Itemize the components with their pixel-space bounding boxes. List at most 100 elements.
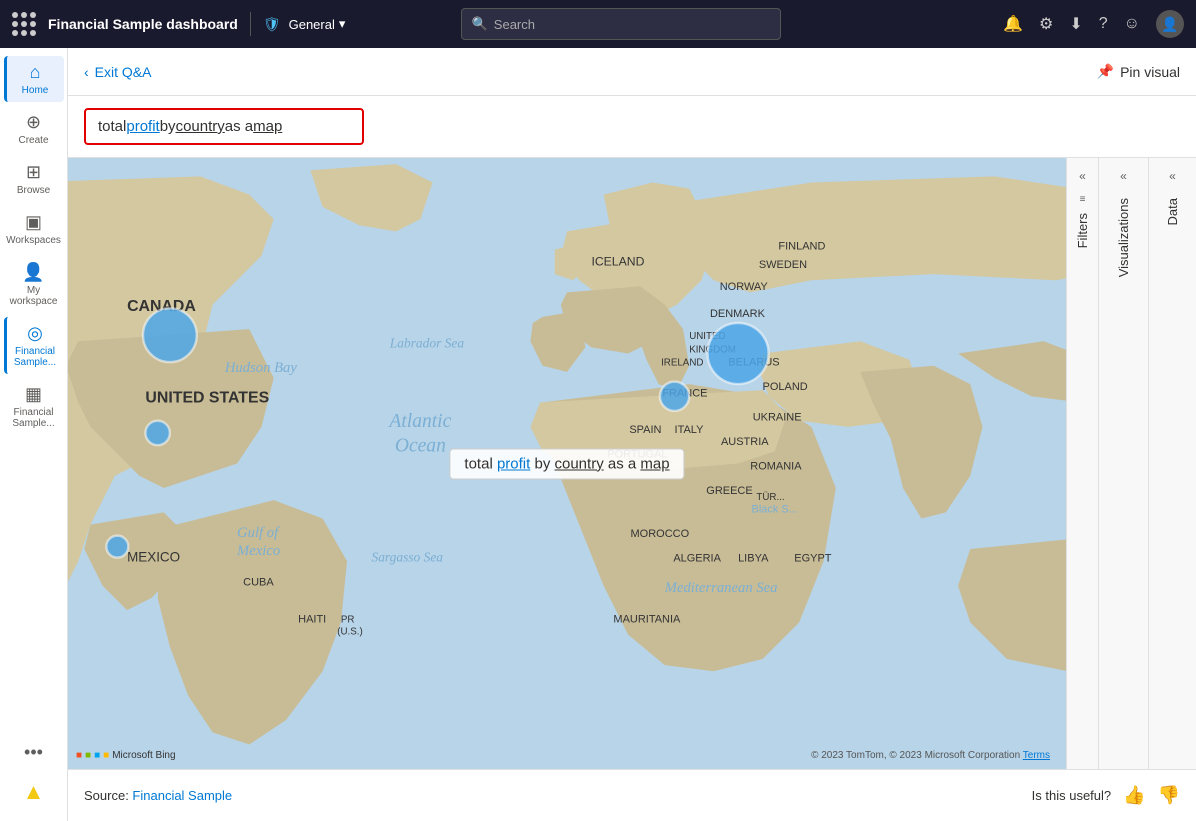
sidebar-item-workspaces[interactable]: ▣ Workspaces <box>4 206 64 252</box>
svg-text:Labrador Sea: Labrador Sea <box>389 335 465 350</box>
svg-text:TÜR...: TÜR... <box>756 492 784 503</box>
svg-text:MOROCCO: MOROCCO <box>631 528 690 540</box>
svg-text:CUBA: CUBA <box>243 577 274 589</box>
financial-report-icon: ▦ <box>25 384 42 405</box>
svg-text:NORWAY: NORWAY <box>720 281 769 293</box>
exit-qa-button[interactable]: ‹ Exit Q&A <box>84 64 151 80</box>
workspace-selector[interactable]: General ▾ <box>289 16 346 32</box>
data-label: Data <box>1165 198 1180 225</box>
query-text-as-a: as a <box>225 118 253 135</box>
svg-text:MAURITANIA: MAURITANIA <box>613 613 681 625</box>
query-text-total: total <box>98 118 126 135</box>
qa-header: ‹ Exit Q&A 📌 Pin visual <box>68 48 1196 96</box>
user-avatar[interactable]: 👤 <box>1156 10 1184 38</box>
svg-text:Mexico: Mexico <box>236 543 280 559</box>
financial-dashboard-icon: ◎ <box>27 323 43 344</box>
sidebar-item-create[interactable]: ⊕ Create <box>4 106 64 152</box>
top-navigation: Financial Sample dashboard 🛡 General ▾ 🔍… <box>0 0 1196 48</box>
shield-icon: 🛡 <box>263 16 281 33</box>
svg-text:ITALY: ITALY <box>675 424 705 436</box>
svg-text:Ocean: Ocean <box>395 435 446 456</box>
svg-text:PORTUGAL: PORTUGAL <box>607 448 667 460</box>
source-link[interactable]: Financial Sample <box>132 788 232 803</box>
svg-text:SPAIN: SPAIN <box>629 424 661 436</box>
svg-text:ICELAND: ICELAND <box>591 255 644 269</box>
source-text: Source: Financial Sample <box>84 788 232 803</box>
feedback-icon[interactable]: ☺ <box>1124 15 1140 33</box>
svg-text:Sargasso Sea: Sargasso Sea <box>371 549 443 564</box>
svg-text:EGYPT: EGYPT <box>794 552 832 564</box>
sidebar-item-financial-1[interactable]: ◎ Financial Sample... <box>4 317 64 374</box>
bing-logo: ■■■■ Microsoft Bing <box>76 750 176 761</box>
query-input-box[interactable]: total profit by country as a map <box>84 108 364 145</box>
thumbs-up-button[interactable]: 👍 <box>1123 785 1145 806</box>
visualizations-panel: « Visualizations <box>1098 158 1148 769</box>
download-icon[interactable]: ⬇ <box>1069 14 1082 34</box>
visualizations-label: Visualizations <box>1116 198 1131 277</box>
map-panels-area: Atlantic Ocean CANADA UNITED STATES MEXI… <box>68 158 1196 769</box>
notifications-icon[interactable]: 🔔 <box>1003 14 1023 34</box>
nav-icon-group: 🔔 ⚙ ⬇ ? ☺ 👤 <box>1003 10 1184 38</box>
sidebar-more-button[interactable]: ••• <box>16 734 51 771</box>
settings-icon[interactable]: ⚙ <box>1039 14 1053 34</box>
svg-text:UNITED STATES: UNITED STATES <box>145 389 269 406</box>
sidebar-item-browse[interactable]: ⊞ Browse <box>4 156 64 202</box>
svg-text:ROMANIA: ROMANIA <box>750 461 802 473</box>
filters-collapse-button[interactable]: « <box>1069 162 1097 190</box>
chevron-down-icon: ▾ <box>339 16 346 32</box>
powerbi-logo: ▲ <box>23 779 45 813</box>
filter-lines-icon: ≡ <box>1080 194 1086 205</box>
query-container: total profit by country as a map <box>68 96 1196 158</box>
svg-text:HAITI: HAITI <box>298 613 326 625</box>
right-panels: « ≡ Filters « Visualizations « Data <box>1066 158 1196 769</box>
visualizations-collapse-button[interactable]: « <box>1110 162 1138 190</box>
sidebar-item-financial-2[interactable]: ▦ Financial Sample... <box>4 378 64 435</box>
svg-text:MEXICO: MEXICO <box>127 549 180 564</box>
svg-text:POLAND: POLAND <box>763 381 808 393</box>
workspaces-icon: ▣ <box>25 212 42 233</box>
svg-text:Hudson Bay: Hudson Bay <box>224 360 298 376</box>
filters-label: Filters <box>1075 213 1090 248</box>
filters-panel: « ≡ Filters <box>1066 158 1098 769</box>
svg-text:Atlantic: Atlantic <box>387 411 451 432</box>
data-panel: « Data <box>1148 158 1196 769</box>
create-icon: ⊕ <box>26 112 41 133</box>
sidebar: ⌂ Home ⊕ Create ⊞ Browse ▣ Workspaces 👤 … <box>0 48 68 821</box>
svg-text:ALGERIA: ALGERIA <box>673 552 721 564</box>
app-title: Financial Sample dashboard <box>48 16 238 32</box>
useful-section: Is this useful? 👍 👎 <box>1032 785 1180 806</box>
map-copyright: © 2023 TomTom, © 2023 Microsoft Corporat… <box>811 750 1050 761</box>
query-text-country: country <box>176 118 225 135</box>
svg-text:PR: PR <box>341 614 355 625</box>
browse-icon: ⊞ <box>26 162 41 183</box>
map-visualization[interactable]: Atlantic Ocean CANADA UNITED STATES MEXI… <box>68 158 1066 769</box>
svg-text:(U.S.): (U.S.) <box>337 627 363 638</box>
query-text-profit: profit <box>126 118 159 135</box>
svg-text:Mediterranean Sea: Mediterranean Sea <box>664 580 778 596</box>
terms-link[interactable]: Terms <box>1023 750 1050 761</box>
footer-area: Source: Financial Sample Is this useful?… <box>68 769 1196 821</box>
sidebar-item-home[interactable]: ⌂ Home <box>4 56 64 102</box>
svg-text:LIBYA: LIBYA <box>738 552 769 564</box>
pin-visual-button[interactable]: 📌 Pin visual <box>1097 63 1180 80</box>
app-menu-icon[interactable] <box>12 12 36 36</box>
back-arrow-icon: ‹ <box>84 64 89 80</box>
global-search[interactable]: 🔍 Search <box>461 8 781 40</box>
my-workspace-icon: 👤 <box>22 262 44 283</box>
svg-text:Gulf of: Gulf of <box>237 525 280 541</box>
svg-text:UKRAINE: UKRAINE <box>753 412 802 424</box>
svg-text:DENMARK: DENMARK <box>710 308 766 320</box>
thumbs-down-button[interactable]: 👎 <box>1158 785 1180 806</box>
svg-text:FINLAND: FINLAND <box>778 241 825 253</box>
main-layout: ⌂ Home ⊕ Create ⊞ Browse ▣ Workspaces 👤 … <box>0 48 1196 821</box>
query-text-by: by <box>160 118 176 135</box>
help-icon[interactable]: ? <box>1099 15 1108 33</box>
svg-text:Black S...: Black S... <box>752 503 798 515</box>
svg-text:AUSTRIA: AUSTRIA <box>721 436 769 448</box>
svg-text:GREECE: GREECE <box>706 485 752 497</box>
sidebar-item-my-workspace[interactable]: 👤 My workspace <box>4 256 64 313</box>
content-area: ‹ Exit Q&A 📌 Pin visual total profit by … <box>68 48 1196 821</box>
nav-divider <box>250 12 251 36</box>
data-collapse-button[interactable]: « <box>1159 162 1187 190</box>
svg-text:SWEDEN: SWEDEN <box>759 259 807 271</box>
